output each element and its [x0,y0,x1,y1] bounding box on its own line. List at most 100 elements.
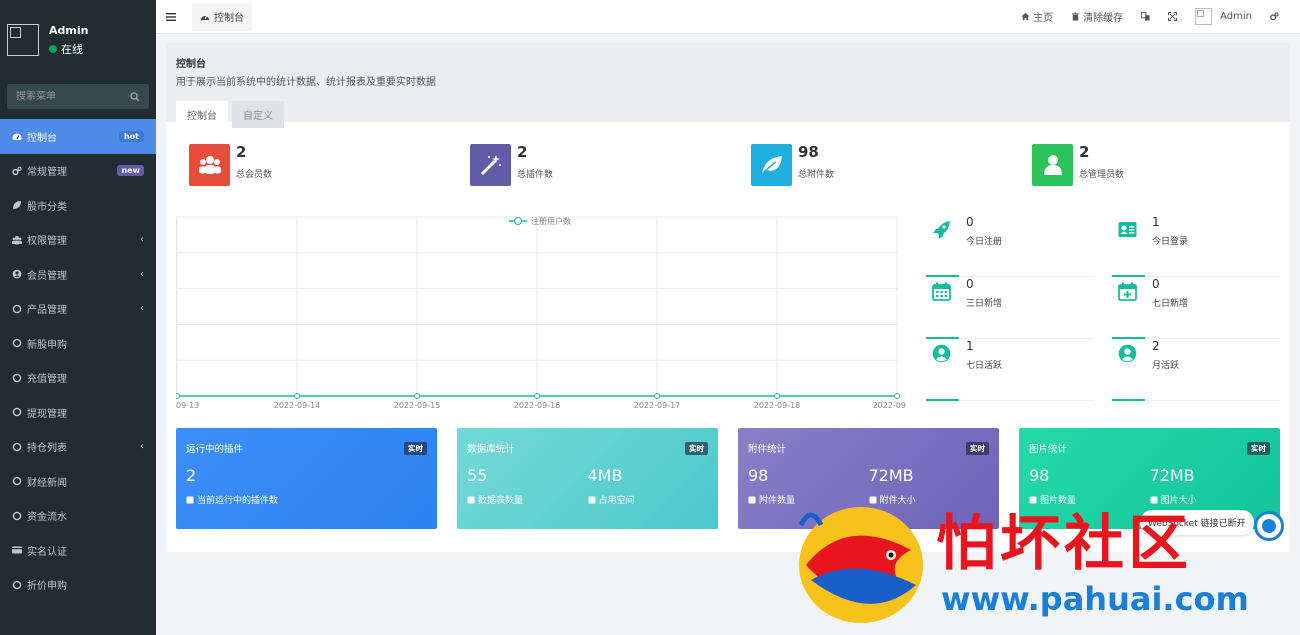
data-point [534,393,540,399]
tab-dashboard-content[interactable]: 控制台 [176,101,228,128]
sidebar-item-5[interactable]: 产品管理 ‹ [0,292,156,327]
clear-cache-button[interactable]: 清除缓存 [1062,0,1132,34]
card-sub-icon [748,496,756,504]
rocket-icon [932,220,952,242]
sidebar-item-13[interactable]: 折价申购 [0,568,156,603]
data-point [774,393,780,399]
admin-label: Admin [1220,11,1252,22]
group-icon [12,235,22,245]
chevron-left-icon: ‹ [140,303,144,315]
stat-box-0: 2 总会员数 [189,142,272,186]
id-card-icon [12,545,22,555]
circle-icon [12,338,22,348]
circle-icon [12,304,22,314]
cogs-icon [12,166,22,176]
circle-icon [12,476,22,486]
legend-label: 注册用户数 [531,216,571,226]
avatar[interactable] [7,24,39,56]
sidebar-item-label: 提现管理 [27,408,67,420]
mini-stat-value: 0 [966,215,974,229]
leaf-icon [751,144,792,186]
stat-label: 总管理员数 [1079,169,1125,180]
data-point [176,393,180,399]
watermark-text: 怕坏社区 [936,509,1192,579]
dashboard-icon [12,131,22,141]
stat-label: 总附件数 [798,169,835,180]
sidebar-item-8[interactable]: 提现管理 [0,395,156,430]
user-status-label: 在线 [61,42,83,56]
tab-dashboard[interactable]: 控制台 [192,2,252,31]
sidebar-item-label: 资金流水 [27,512,67,524]
realtime-badge: 实时 [966,441,989,455]
sidebar-item-12[interactable]: 实名认证 [0,533,156,568]
sidebar-item-10[interactable]: 财经新闻 [0,464,156,499]
sidebar-item-4[interactable]: 会员管理 ‹ [0,257,156,292]
x-tick-label: 2022-09-14 [274,401,321,410]
mini-stat-4: 1 七日活跃 [926,339,1094,401]
chevron-left-icon: ‹ [140,234,144,246]
chart-svg: 09-13 2022-09-14 2022-09-15 2022-09-16 2022-… [176,216,906,410]
topbar: 控制台 主页 清除缓存 Admin [156,0,1300,34]
fullscreen-icon [1168,12,1178,21]
sidebar-item-label: 持仓列表 [27,443,67,455]
sidebar-item-0[interactable]: 控制台 hot [0,119,156,154]
mini-stat-1: 1 今日登录 [1112,215,1280,277]
stat-value: 2 [1079,142,1090,161]
trash-icon [1072,12,1080,21]
clear-cache-label: 清除缓存 [1083,13,1124,24]
stat-value: 2 [236,142,247,161]
sidebar-item-2[interactable]: 股市分类 [0,188,156,223]
menu-toggle-button[interactable] [156,0,186,34]
translate-icon [1141,12,1150,21]
calendar-icon [932,282,952,304]
home-link[interactable]: 主页 [1012,0,1062,34]
mini-stat-label: 今日登录 [1152,237,1189,247]
sidebar-item-label: 权限管理 [27,236,67,248]
card-sub-label: 当前运行中的插件数 [197,496,279,506]
search-menu-input[interactable] [16,91,116,102]
card-title: 运行中的插件 [186,444,244,455]
sidebar-item-6[interactable]: 新股申购 [0,326,156,361]
magic-icon [470,144,511,186]
search-icon[interactable] [130,91,140,102]
settings-button[interactable] [1261,0,1288,34]
chevron-left-icon: ‹ [140,268,144,280]
sidebar-item-9[interactable]: 持仓列表 ‹ [0,430,156,465]
leaf-icon [12,200,22,210]
stat-label: 总插件数 [517,169,554,180]
sidebar-item-1[interactable]: 常规管理 new [0,154,156,189]
circle-icon [12,511,22,521]
x-tick-label: 2022-09-18 [754,401,801,410]
data-point [654,393,660,399]
sidebar-item-3[interactable]: 权限管理 ‹ [0,223,156,258]
mini-stat-value: 0 [966,277,974,291]
sidebar-item-label: 常规管理 [27,167,67,179]
mini-stat-5: 2 月活跃 [1112,339,1280,401]
x-tick-label: 09-13 [176,401,199,410]
circle-icon [12,373,22,383]
sidebar-item-label: 控制台 [27,132,57,144]
stat-value: 2 [517,142,528,161]
fullscreen-button[interactable] [1159,0,1186,34]
admin-menu[interactable]: Admin [1186,0,1261,34]
realtime-badge: 实时 [1247,441,1270,455]
stat-card-0: 运行中的插件 实时 2 当前运行中的插件数 [176,428,437,529]
sidebar-item-label: 股市分类 [27,201,67,213]
watermark-url: www.pahuai.com [941,580,1249,618]
tab-custom[interactable]: 自定义 [232,101,284,128]
data-point [894,393,900,399]
user-circle-icon [932,344,952,366]
card-sub-icon [467,496,475,504]
mini-stat-3: 0 七日新增 [1112,277,1280,339]
card-sub-label: 数据表数量 [478,496,524,506]
card-value-2: 72MB [1149,466,1195,485]
translate-button[interactable] [1132,0,1159,34]
sidebar-item-11[interactable]: 资金流水 [0,499,156,534]
stat-card-1: 数据库统计 实时 55 数据表数量 4MB 占用空间 [457,428,718,529]
user-circle-icon [1118,344,1138,366]
sidebar-item-7[interactable]: 充值管理 [0,361,156,396]
x-tick-label: 2022-09-15 [394,401,441,410]
fish-logo-icon [798,507,923,623]
stat-box-3: 2 总管理员数 [1032,142,1125,186]
x-tick-label: 2022-09 [873,401,906,410]
